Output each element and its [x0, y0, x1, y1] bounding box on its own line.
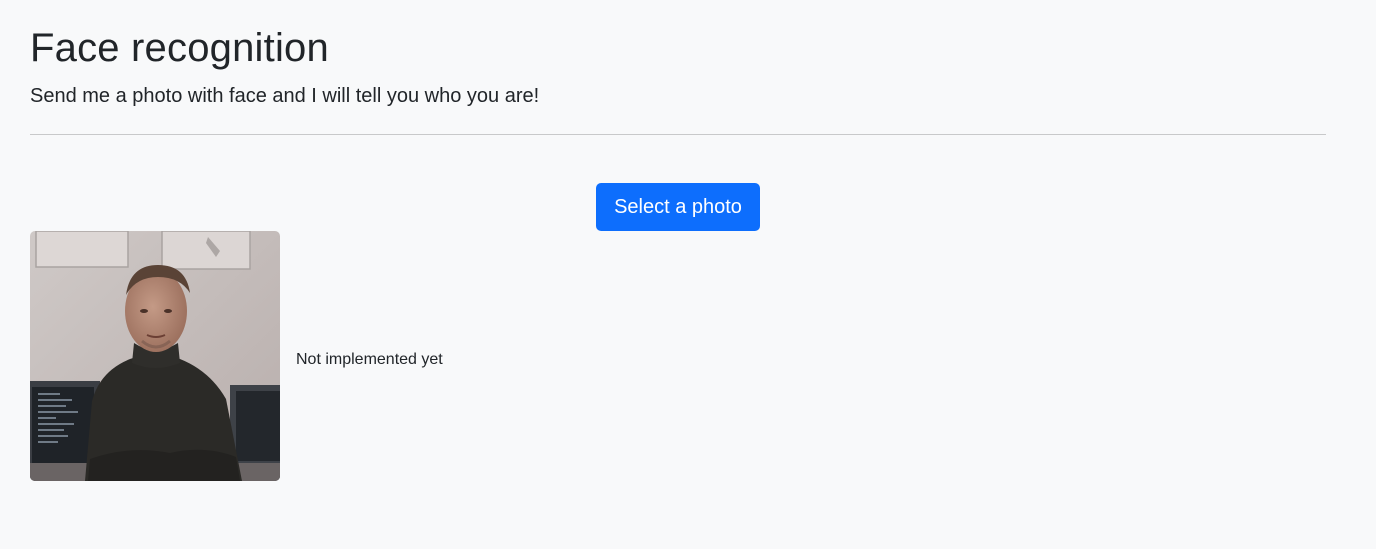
header-divider: [30, 134, 1326, 135]
page-title: Face recognition: [30, 26, 329, 70]
page-subtitle: Send me a photo with face and I will tel…: [30, 85, 540, 107]
uploaded-photo: [30, 231, 280, 481]
page: Face recognition Send me a photo with fa…: [0, 0, 1376, 549]
recognition-result-text: Not implemented yet: [296, 351, 443, 368]
uploaded-photo-image: [30, 231, 280, 481]
select-photo-button[interactable]: Select a photo: [596, 183, 760, 231]
